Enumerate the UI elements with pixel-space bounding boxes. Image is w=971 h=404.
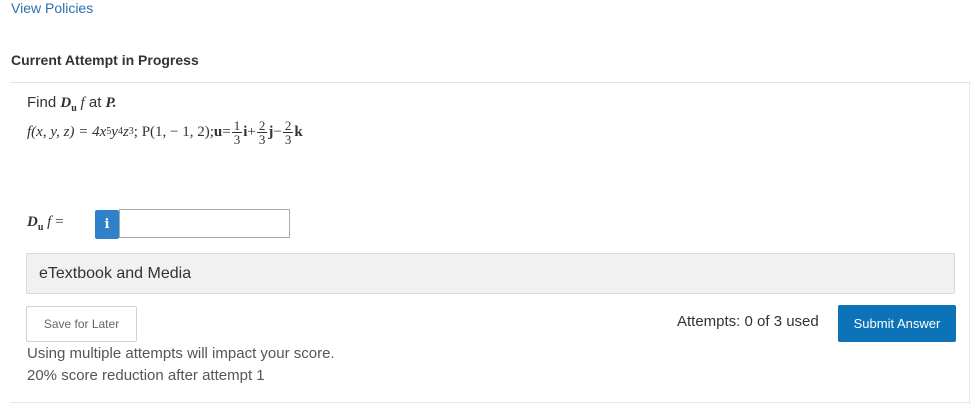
coefficient-i: 13	[231, 117, 243, 147]
attempt-status-heading: Current Attempt in Progress	[11, 52, 199, 68]
coefficient-j: 23	[256, 117, 268, 147]
directional-derivative-symbol: Du f	[60, 95, 85, 114]
prompt-point-label: P.	[105, 95, 117, 111]
answer-input[interactable]	[119, 209, 290, 238]
section-divider	[10, 82, 971, 83]
submit-answer-button[interactable]: Submit Answer	[838, 305, 956, 342]
function-definition: f(x, y, z) = 4x 5 y 4 z 3; P(1, − 1, 2); u = …	[27, 117, 303, 147]
answer-label: Du f =	[27, 214, 64, 233]
prompt-at-text: at	[88, 94, 102, 111]
score-reduction-note: 20% score reduction after attempt 1	[27, 367, 265, 384]
view-policies-link[interactable]: View Policies	[11, 0, 93, 16]
etextbook-media-panel[interactable]: eTextbook and Media	[26, 253, 955, 294]
panel-border-bottom	[10, 402, 971, 403]
prompt-find-text: Find	[27, 94, 57, 111]
save-for-later-button[interactable]: Save for Later	[26, 306, 137, 342]
attempts-counter: Attempts: 0 of 3 used	[677, 313, 819, 330]
coefficient-k: 23	[282, 117, 294, 147]
info-icon[interactable]: i	[95, 210, 119, 239]
panel-border-right	[969, 82, 970, 404]
attempts-warning: Using multiple attempts will impact your…	[27, 345, 335, 362]
etextbook-label: eTextbook and Media	[39, 264, 192, 282]
